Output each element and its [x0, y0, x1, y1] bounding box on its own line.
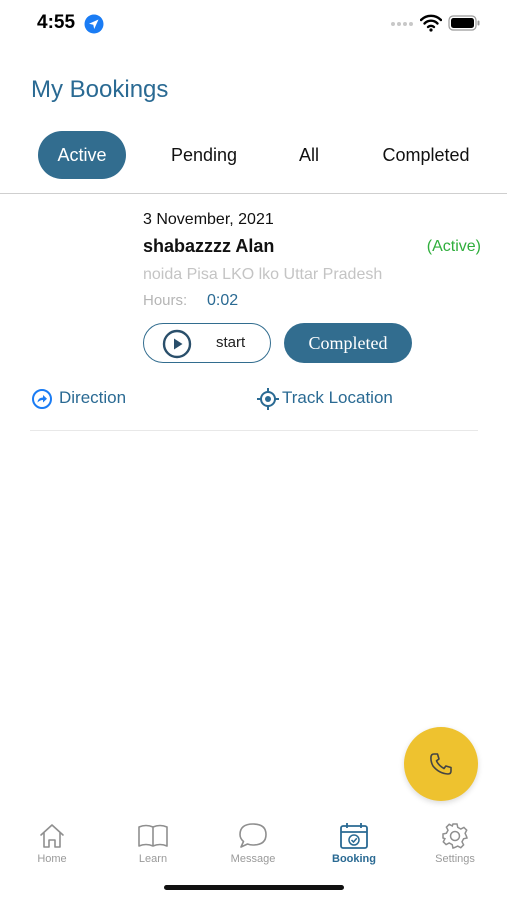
nav-home[interactable]: Home — [12, 815, 92, 871]
play-icon — [162, 329, 192, 359]
gear-icon — [442, 823, 468, 849]
nav-message[interactable]: Message — [213, 815, 293, 871]
cellular-signal-icon — [391, 22, 413, 26]
completed-button[interactable]: Completed — [284, 323, 412, 363]
booking-address: noida Pisa LKO lko Uttar Pradesh — [143, 266, 383, 283]
chat-bubble-icon — [239, 823, 267, 848]
direction-label: Direction — [59, 388, 127, 407]
nav-learn-label: Learn — [138, 853, 168, 865]
nav-booking-label: Booking — [332, 853, 376, 865]
bottom-navigation: Home Learn Message Booking Settings — [0, 815, 507, 875]
booking-date: 3 November, 2021 — [143, 211, 274, 228]
phone-icon — [430, 753, 452, 775]
booking-card: 3 November, 2021 shabazzzz Alan (Active)… — [0, 194, 507, 432]
nav-settings[interactable]: Settings — [415, 815, 495, 871]
call-button[interactable] — [404, 727, 478, 801]
book-icon — [138, 824, 168, 847]
start-button[interactable]: start — [143, 323, 271, 363]
start-label: start — [216, 334, 246, 351]
nav-booking[interactable]: Booking — [314, 815, 394, 871]
wifi-icon — [420, 14, 442, 32]
crosshair-icon — [257, 388, 279, 410]
status-bar: 4:55 — [0, 0, 507, 48]
customer-name: shabazzzz Alan — [143, 236, 275, 256]
tab-completed[interactable]: Completed — [368, 131, 484, 179]
tab-active[interactable]: Active — [38, 131, 126, 179]
hours-label: Hours: — [143, 292, 188, 309]
bookings-screen: 4:55 My Bookings Active Pending All Comp — [0, 0, 507, 900]
nav-settings-label: Settings — [435, 853, 475, 865]
tab-pending[interactable]: Pending — [160, 131, 248, 179]
calendar-check-icon — [340, 823, 368, 849]
booking-tabs: Active Pending All Completed — [0, 131, 507, 181]
hours-value: 0:02 — [207, 292, 239, 309]
nav-learn[interactable]: Learn — [113, 815, 193, 871]
page-title: My Bookings — [31, 76, 169, 103]
card-divider — [30, 430, 478, 431]
status-time: 4:55 — [37, 12, 76, 33]
battery-icon — [448, 15, 480, 31]
tab-all[interactable]: All — [288, 131, 330, 179]
location-arrow-icon — [84, 14, 104, 34]
home-indicator[interactable] — [164, 885, 344, 890]
home-icon — [40, 824, 64, 848]
status-badge: (Active) — [426, 238, 481, 255]
nav-message-label: Message — [230, 853, 276, 865]
track-location-label: Track Location — [282, 388, 393, 407]
nav-home-label: Home — [37, 853, 67, 865]
direction-icon — [32, 389, 52, 409]
